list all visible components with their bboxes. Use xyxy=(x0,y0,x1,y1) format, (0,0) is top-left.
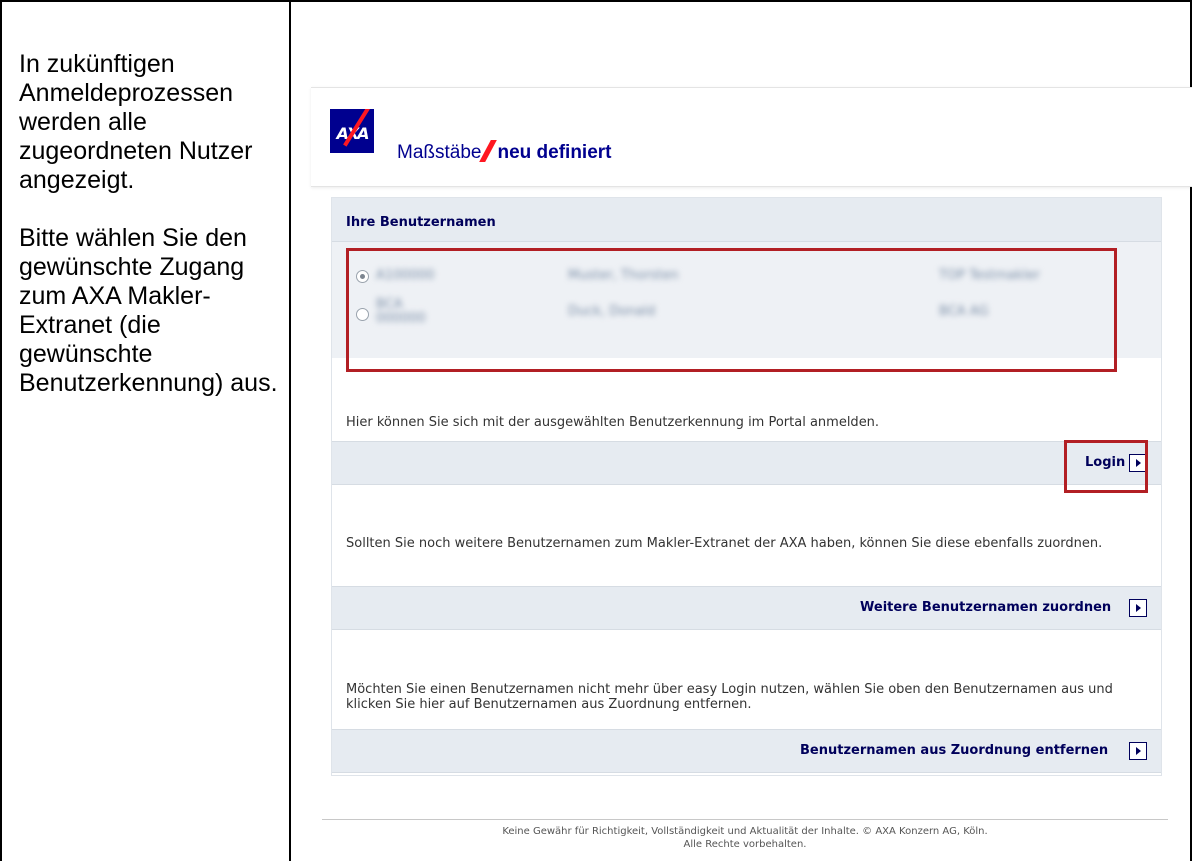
more-users-bar: Weitere Benutzernamen zuordnen xyxy=(332,586,1161,630)
remove-usernames-link[interactable]: Benutzernamen aus Zuordnung entfernen xyxy=(800,743,1108,758)
slogan-slash-icon xyxy=(479,140,498,162)
slogan-part1: Maßstäbe xyxy=(397,142,482,163)
add-usernames-link[interactable]: Weitere Benutzernamen zuordnen xyxy=(860,600,1111,615)
footer: Keine Gewähr für Richtigkeit, Vollständi… xyxy=(322,825,1168,851)
site-header: AXA Maßstäbe neu definiert xyxy=(311,87,1192,187)
remove-bar: Benutzernamen aus Zuordnung entfernen xyxy=(332,729,1161,773)
instruction-paragraph-1: In zukünftigen Anmeldeprozessen werden a… xyxy=(19,50,253,194)
remove-usernames-arrow-icon[interactable] xyxy=(1129,742,1147,760)
panel-header: Ihre Benutzernamen xyxy=(332,198,1161,242)
table-divider xyxy=(289,0,291,861)
axa-logo[interactable]: AXA xyxy=(330,109,374,153)
instruction-paragraph-2: Bitte wählen Sie den gewünschte Zugang z… xyxy=(19,224,278,397)
footer-divider xyxy=(322,819,1168,820)
login-hint: Hier können Sie sich mit der ausgewählte… xyxy=(346,415,880,430)
slogan-part2: neu definiert xyxy=(497,142,612,163)
user-list-highlight xyxy=(346,248,1117,372)
slogan: Maßstäbe neu definiert xyxy=(397,140,612,164)
panel-title: Ihre Benutzernamen xyxy=(346,215,496,230)
login-bar: Login xyxy=(332,441,1161,485)
more-users-hint: Sollten Sie noch weitere Benutzernamen z… xyxy=(346,536,1103,551)
footer-copyright: Keine Gewähr für Richtigkeit, Vollständi… xyxy=(502,826,988,837)
login-highlight xyxy=(1064,440,1148,493)
add-usernames-arrow-icon[interactable] xyxy=(1129,599,1147,617)
footer-rights: Alle Rechte vorbehalten. xyxy=(683,839,807,850)
remove-hint: Möchten Sie einen Benutzernamen nicht me… xyxy=(346,682,1113,712)
instruction-text: In zukünftigen Anmeldeprozessen werden a… xyxy=(19,50,284,427)
